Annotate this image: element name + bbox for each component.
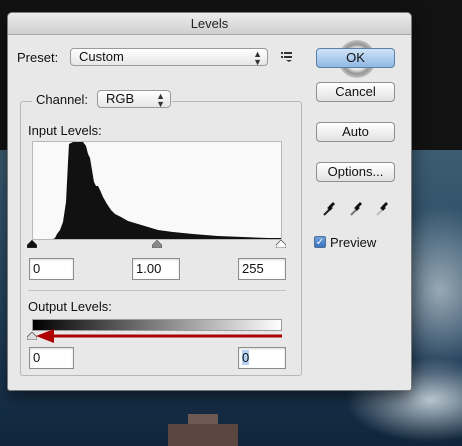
output-levels-label: Output Levels:	[28, 299, 112, 314]
preview-label[interactable]: Preview	[330, 235, 376, 250]
levels-divider	[28, 290, 286, 291]
preset-value: Custom	[79, 49, 124, 64]
channel-select[interactable]: RGB ▲ ▼	[97, 90, 171, 109]
preset-select[interactable]: Custom ▲ ▼	[70, 48, 268, 67]
input-gamma-slider[interactable]	[152, 240, 162, 248]
output-white-field[interactable]: 0	[238, 347, 286, 369]
output-black-field[interactable]: 0	[29, 347, 74, 369]
background-boat	[168, 424, 238, 446]
options-button[interactable]: Options...	[316, 162, 395, 182]
histogram-graph	[53, 142, 281, 239]
input-levels-label: Input Levels:	[28, 123, 102, 138]
cancel-button[interactable]: Cancel	[316, 82, 395, 102]
annotation-arrow-icon	[36, 329, 282, 343]
white-eyedropper-icon[interactable]	[375, 201, 389, 217]
output-white-value: 0	[242, 350, 250, 365]
select-arrows-icon: ▲ ▼	[253, 49, 262, 67]
ok-button[interactable]: OK	[316, 48, 395, 68]
levels-dialog: Levels Preset: Custom ▲ ▼ OK Cancel Auto …	[7, 12, 412, 391]
input-white-slider[interactable]	[276, 240, 286, 248]
input-black-slider[interactable]	[27, 240, 37, 248]
preset-options-icon[interactable]	[281, 51, 293, 62]
preview-checkbox[interactable]: ✓	[314, 236, 326, 248]
histogram	[32, 141, 282, 240]
input-gamma-field[interactable]: 1.00	[132, 258, 180, 280]
input-white-field[interactable]: 255	[238, 258, 286, 280]
gray-eyedropper-icon[interactable]	[349, 201, 363, 217]
input-black-field[interactable]: 0	[29, 258, 74, 280]
select-arrows-icon: ▲ ▼	[156, 91, 165, 109]
channel-label: Channel:	[36, 92, 89, 107]
auto-button[interactable]: Auto	[316, 122, 395, 142]
dialog-title[interactable]: Levels	[8, 13, 411, 35]
preset-label: Preset:	[17, 50, 59, 65]
black-eyedropper-icon[interactable]	[322, 201, 336, 217]
channel-value: RGB	[106, 91, 135, 106]
